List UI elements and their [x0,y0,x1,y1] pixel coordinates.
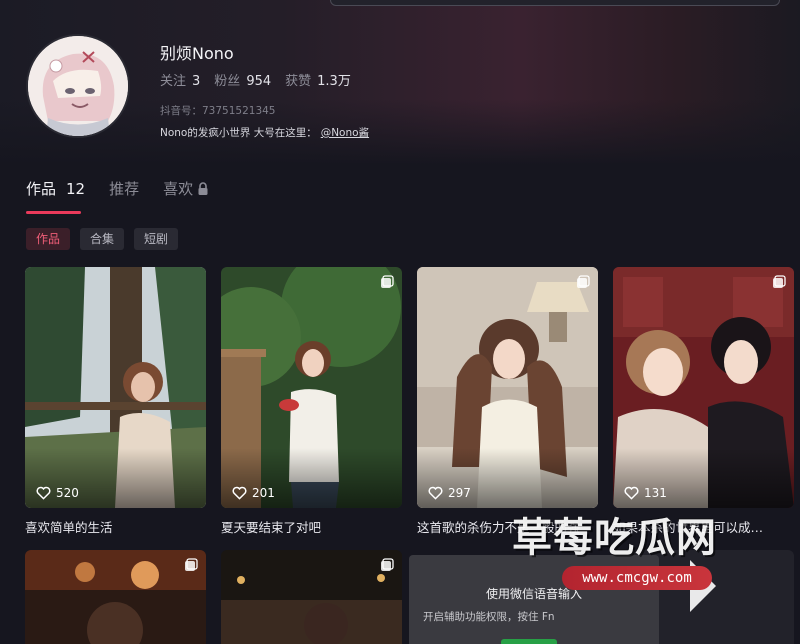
toast-action-button[interactable] [501,639,557,644]
like-count: 201 [232,486,275,500]
filter-works[interactable]: 作品 [26,228,71,250]
like-count: 520 [36,486,79,500]
tab-likes[interactable]: 喜欢 [163,178,209,199]
video-card[interactable] [221,550,402,644]
video-card[interactable]: 297 [417,267,598,508]
filter-collections[interactable]: 合集 [80,228,125,250]
multi-image-icon [577,275,590,288]
search-bar[interactable] [330,0,780,6]
profile-bio: Nono的发疯小世界 大号在这里： @Nono酱 [160,125,369,140]
stat-value: 954 [246,74,272,89]
video-thumbnail [25,550,206,644]
video-caption[interactable]: 喜欢简单的生活 [25,517,206,536]
video-caption[interactable]: 夏天要结束了对吧 [221,517,402,536]
stat-following[interactable]: 关注 3 [160,70,200,89]
like-count-value: 520 [56,486,79,500]
video-card[interactable]: 201 [221,267,402,508]
bio-text: Nono的发疯小世界 大号在这里： [160,127,317,139]
video-card[interactable] [25,550,206,644]
heart-icon [428,486,443,500]
video-thumbnail [221,550,402,644]
watermark-url: www.cmcgw.com [562,566,712,590]
like-count-value: 131 [644,486,667,500]
filter-short-dramas[interactable]: 短剧 [134,228,179,250]
tab-count: 12 [66,179,86,198]
stat-label: 关注 [160,74,187,89]
active-tab-indicator [26,211,81,214]
tab-label: 推荐 [109,180,140,198]
douyin-id: 抖音号：73751521345 [160,105,276,117]
stat-likes: 获赞 1.3万 [285,70,351,89]
stat-value: 3 [192,74,201,89]
multi-image-icon [185,558,198,571]
tab-label: 作品 [26,180,57,198]
avatar[interactable] [26,34,130,138]
video-card[interactable]: 520 [25,267,206,508]
avatar-illustration [28,36,128,136]
heart-icon [36,486,51,500]
stat-followers[interactable]: 粉丝 954 [214,70,271,89]
stat-label: 获赞 [285,74,312,89]
profile-tabs: 作品 12 推荐 喜欢 [26,178,209,199]
tab-label: 喜欢 [163,180,194,198]
profile-name: 别烦Nono [160,44,234,63]
tab-works[interactable]: 作品 12 [26,178,85,199]
like-count-value: 297 [448,486,471,500]
multi-image-icon [381,275,394,288]
tab-recommend[interactable]: 推荐 [109,178,139,199]
video-card[interactable]: 131 [613,267,794,508]
filter-pills: 作品 合集 短剧 [26,228,179,250]
bio-mention-link[interactable]: @Nono酱 [321,127,369,139]
like-count: 131 [624,486,667,500]
like-count-value: 201 [252,486,275,500]
toast-subtitle: 开启辅助功能权限，按住 Fn [423,611,555,623]
stat-label: 粉丝 [214,74,241,89]
watermark-text: 草莓吃瓜网 [512,515,717,561]
heart-icon [232,486,247,500]
stat-value: 1.3万 [317,74,351,89]
like-count: 297 [428,486,471,500]
profile-stats: 关注 3 粉丝 954 获赞 1.3万 [160,70,351,89]
multi-image-icon [773,275,786,288]
lock-icon [198,181,208,195]
multi-image-icon [381,558,394,571]
heart-icon [624,486,639,500]
